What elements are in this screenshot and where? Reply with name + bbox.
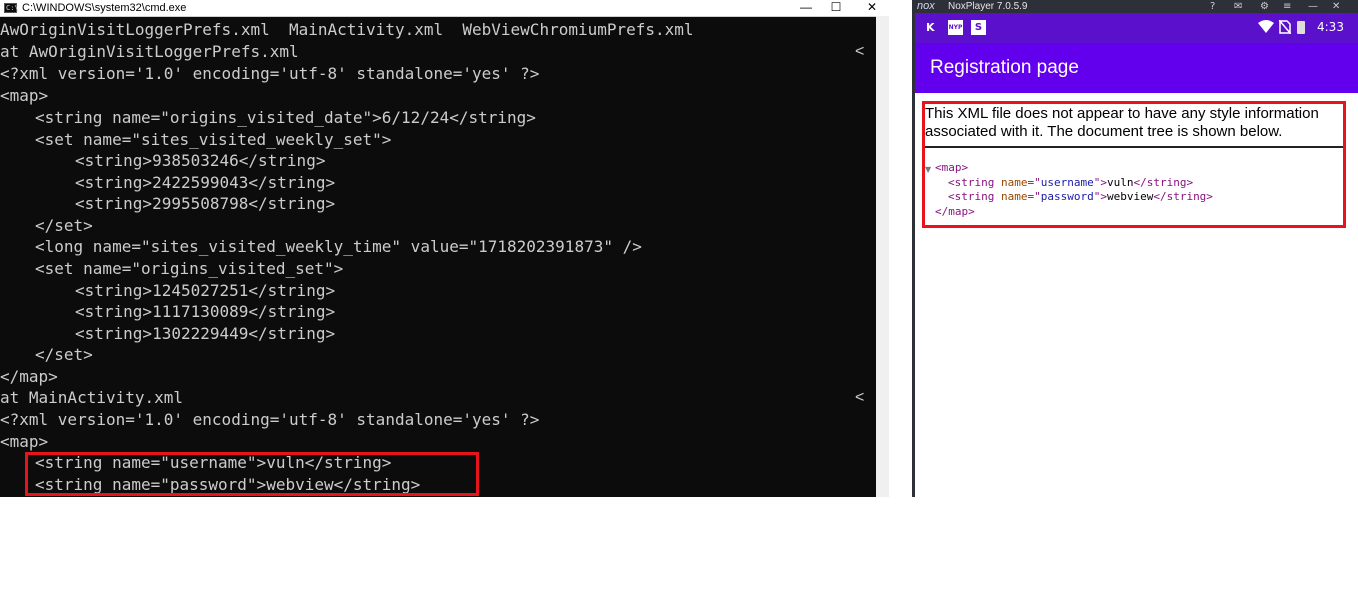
nox-logo: nox [917,0,935,12]
console-line: <?xml version='1.0' encoding='utf-8' sta… [0,64,540,83]
mail-icon[interactable]: ✉ [1234,0,1242,13]
cmd-scrollbar[interactable] [876,16,889,497]
console-line: <map> [0,432,49,451]
console-line: </set> [35,345,93,364]
maximize-icon[interactable]: ☐ [816,0,856,16]
help-icon[interactable]: ? [1210,0,1215,13]
console-line: <set name="origins_visited_set"> [35,259,344,278]
cmd-window: C:\ C:\WINDOWS\system32\cmd.exe — ☐ ✕ Aw… [0,0,889,497]
cmd-titlebar[interactable]: C:\ C:\WINDOWS\system32\cmd.exe — ☐ ✕ [0,0,889,17]
console-line: <set name="sites_visited_weekly_set"> [35,130,392,149]
s-notification-icon: S [971,20,986,35]
console-caret: < [855,43,865,60]
console-line: <string>938503246</string> [75,151,326,170]
battery-icon [1297,21,1305,34]
console-line: at AwOriginVisitLoggerPrefs.xml [0,42,299,61]
console-line: </map> [0,367,58,386]
console-caret: < [855,389,865,406]
nox-frame-border [912,0,915,497]
nyp-notification-icon: NYP [948,20,963,35]
console-line: <map> [0,86,49,105]
console-line: <?xml version='1.0' encoding='utf-8' sta… [0,410,540,429]
console-line: <string name="origins_visited_date">6/12… [35,108,536,127]
cmd-window-title: C:\WINDOWS\system32\cmd.exe [22,2,187,14]
console-line: </set> [35,216,93,235]
app-bar: Registration page [915,43,1358,93]
nox-window-title: NoxPlayer 7.0.5.9 [948,1,1028,12]
nox-player-window: nox NoxPlayer 7.0.5.9 ? ✉ ⚙ ≡ — ✕ K NYP … [912,0,1358,497]
console-line: AwOriginVisitLoggerPrefs.xml MainActivit… [0,20,694,39]
android-status-bar: K NYP S 4:33 [915,13,1358,43]
cmd-app-icon: C:\ [4,3,19,13]
console-line: at MainActivity.xml [0,388,184,407]
status-time: 4:33 [1317,20,1344,34]
close-icon[interactable]: ✕ [1332,0,1340,13]
page-title: Registration page [930,57,1079,78]
console-line: <string>1302229449</string> [75,324,336,343]
k-app-icon: K [926,21,935,34]
console-line: <string>2995508798</string> [75,194,336,213]
menu-icon[interactable]: ≡ [1283,0,1291,13]
console-line: <string>1117130089</string> [75,302,336,321]
close-icon[interactable]: ✕ [852,0,889,16]
console-line: <string>1245027251</string> [75,281,336,300]
credentials-highlight-box [25,452,479,496]
console-line: <long name="sites_visited_weekly_time" v… [35,237,642,256]
wifi-icon [1258,20,1274,35]
console-output[interactable]: AwOriginVisitLoggerPrefs.xml MainActivit… [0,19,876,497]
no-sim-icon [1278,19,1292,35]
nox-titlebar[interactable]: nox NoxPlayer 7.0.5.9 ? ✉ ⚙ ≡ — ✕ [912,0,1358,13]
settings-icon[interactable]: ⚙ [1260,0,1269,13]
console-line: <string>2422599043</string> [75,173,336,192]
minimize-icon[interactable]: — [1308,0,1318,13]
xml-highlight-box [922,101,1346,228]
